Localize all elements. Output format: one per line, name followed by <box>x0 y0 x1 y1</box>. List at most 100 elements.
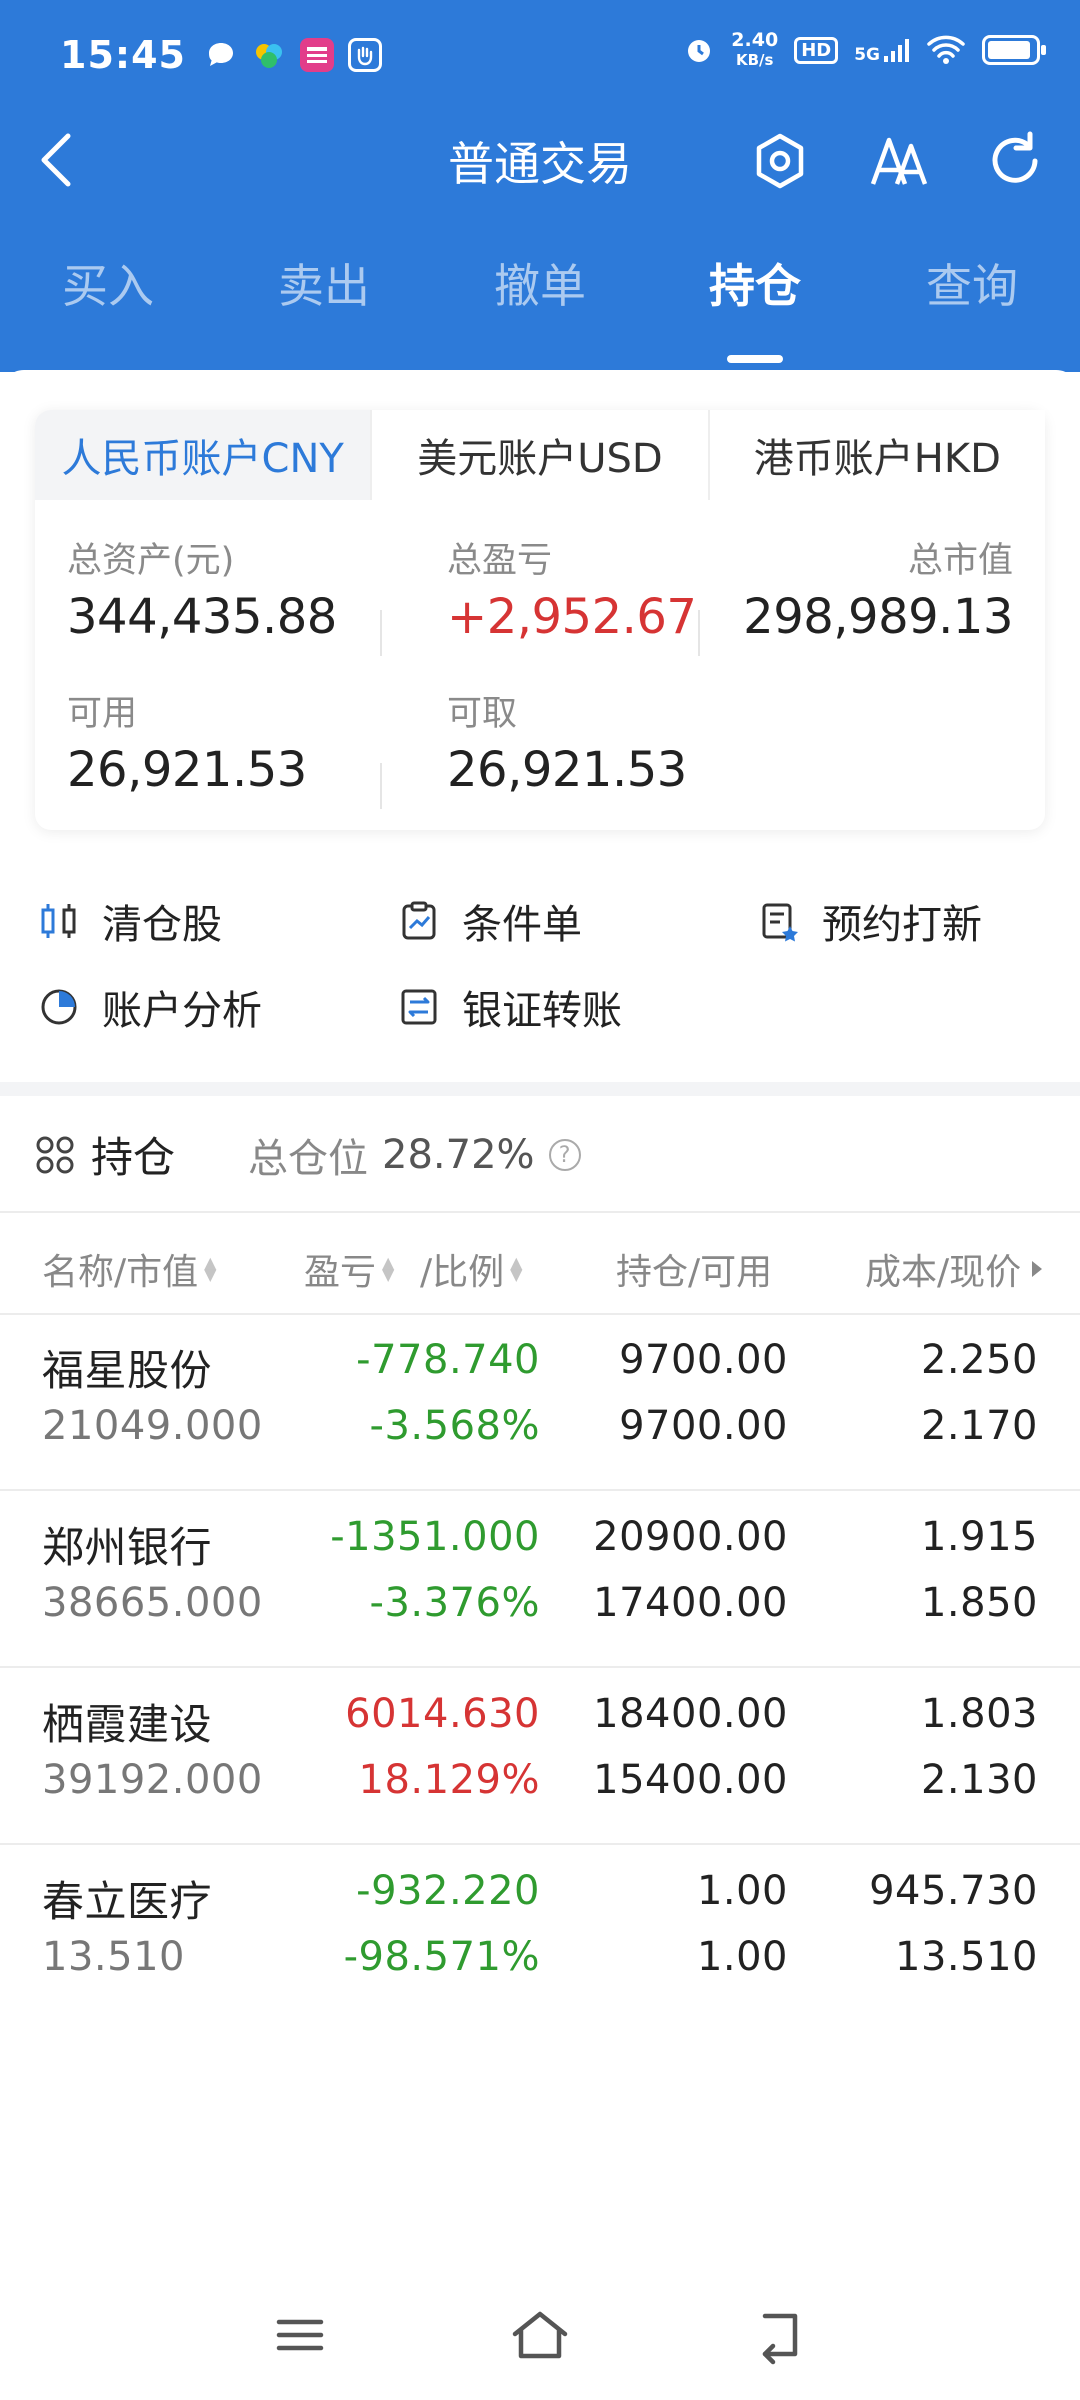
help-icon[interactable]: ? <box>548 1139 581 1171</box>
quick-conditional-order[interactable]: 条件单 <box>398 892 582 950</box>
market-value-label: 总市值 <box>907 541 1013 581</box>
sort-icon: ▲ ▼ <box>510 1253 523 1284</box>
message-bubble-icon <box>204 38 238 72</box>
status-time: 15:45 <box>60 33 186 77</box>
col-label: 成本/现价 <box>865 1252 1022 1293</box>
system-nav-bar <box>0 2290 1080 2380</box>
account-currency-tabs: 人民币账户CNY 美元账户USD 港币账户HKD <box>35 410 1045 500</box>
metric-available: 可用 26,921.53 <box>67 685 307 798</box>
stock-cost: 945.730 <box>869 1868 1038 1914</box>
quick-actions: 清仓股 条件单 预约打新 账户分析 银证转账 <box>0 880 1080 1080</box>
divider <box>380 763 382 809</box>
stock-avail: 17400.00 <box>593 1580 788 1626</box>
account-tab-cny[interactable]: 人民币账户CNY <box>35 410 371 500</box>
refresh-icon <box>992 131 1038 183</box>
col-cost-price[interactable]: 成本/现价 <box>865 1243 1047 1295</box>
stock-pl-pct: -3.568% <box>369 1403 540 1449</box>
stock-cost: 2.250 <box>920 1337 1038 1383</box>
app-colorful-icon <box>252 38 286 72</box>
table-row[interactable]: 郑州银行 38665.000 -1351.000 -3.376% 20900.0… <box>0 1492 1080 1668</box>
stock-hold: 1.00 <box>696 1868 788 1914</box>
stock-name: 春立医疗 <box>42 1877 213 1926</box>
grid-icon <box>36 1136 74 1173</box>
pie-chart-icon <box>41 989 77 1025</box>
alarm-icon <box>688 40 711 62</box>
stock-cost: 1.915 <box>920 1514 1038 1560</box>
refresh-button[interactable] <box>980 126 1050 196</box>
ipo-reserve-icon <box>762 903 798 942</box>
col-name-value[interactable]: 名称/市值 ▲ ▼ <box>42 1243 216 1295</box>
col-pl[interactable]: 盈亏 ▲ ▼ <box>304 1243 394 1295</box>
clear-position-icon <box>41 904 76 938</box>
table-row[interactable]: 栖霞建设 39192.000 6014.630 18.129% 18400.00… <box>0 1669 1080 1845</box>
quick-label: 清仓股 <box>102 902 222 948</box>
col-label: /比例 <box>420 1252 505 1293</box>
tab-holdings[interactable]: 持仓 <box>655 250 855 316</box>
total-pl-label: 总盈亏 <box>447 541 553 581</box>
stock-name: 栖霞建设 <box>42 1700 213 1749</box>
home-icon <box>512 2311 568 2359</box>
quick-account-analysis[interactable]: 账户分析 <box>38 978 262 1036</box>
account-card: 人民币账户CNY 美元账户USD 港币账户HKD 总资产(元) 344,435.… <box>35 410 1045 830</box>
total-pl-value: +2,952.67 <box>447 589 697 645</box>
quick-ipo-reserve[interactable]: 预约打新 <box>758 892 982 950</box>
app-pink-icon <box>299 38 334 72</box>
settings-button[interactable] <box>745 126 815 196</box>
font-size-button[interactable] <box>865 126 935 196</box>
stock-hold: 9700.00 <box>619 1337 788 1383</box>
transfer-icon <box>401 989 437 1025</box>
stock-pl-pct: 18.129% <box>358 1757 540 1803</box>
stock-price: 1.850 <box>920 1580 1038 1626</box>
net-speed: 2.40 KB/s <box>731 30 778 70</box>
menu-button[interactable] <box>265 2300 335 2370</box>
stock-avail: 15400.00 <box>593 1757 788 1803</box>
stock-pl-pct: -98.571% <box>343 1934 540 1980</box>
holdings-title-text: 持仓 <box>91 1133 176 1182</box>
col-label: 名称/市值 <box>42 1252 199 1293</box>
home-button[interactable] <box>505 2300 575 2370</box>
quick-label: 账户分析 <box>102 988 262 1034</box>
metric-withdrawable: 可取 26,921.53 <box>447 685 687 798</box>
tab-sell[interactable]: 卖出 <box>224 250 424 316</box>
stock-pl-pct: -3.376% <box>369 1580 540 1626</box>
hexagon-settings-icon <box>756 133 804 189</box>
trade-tabs: 买入 卖出 撤单 持仓 查询 <box>0 250 1080 370</box>
back-nav-button[interactable] <box>745 2300 815 2370</box>
signal-5g: 5G <box>854 36 910 64</box>
stock-hold: 18400.00 <box>593 1691 788 1737</box>
stock-market-value: 39192.000 <box>42 1757 263 1803</box>
stock-market-value: 21049.000 <box>42 1403 263 1449</box>
total-position-ratio: 总仓位 28.72% ? <box>248 1126 581 1184</box>
tab-query[interactable]: 查询 <box>872 250 1072 316</box>
stock-price: 13.510 <box>895 1934 1038 1980</box>
table-row[interactable]: 春立医疗 13.510 -932.220 -98.571% 1.00 1.00 … <box>0 1846 1080 2022</box>
col-hold-avail: 持仓/可用 <box>616 1243 772 1295</box>
quick-label: 预约打新 <box>822 902 982 948</box>
tab-cancel[interactable]: 撤单 <box>440 250 640 316</box>
signal-bars-icon <box>884 39 909 62</box>
stock-pl: -778.740 <box>356 1337 540 1383</box>
account-tab-usd[interactable]: 美元账户USD <box>370 410 708 500</box>
stock-name: 郑州银行 <box>42 1523 213 1572</box>
status-right: 2.40 KB/s HD 5G <box>683 30 1046 70</box>
section-divider <box>0 1082 1080 1096</box>
stock-market-value: 13.510 <box>42 1934 185 1980</box>
table-row[interactable]: 福星股份 21049.000 -778.740 -3.568% 9700.00 … <box>0 1315 1080 1491</box>
conditional-order-icon <box>402 901 436 940</box>
col-label: 持仓/可用 <box>616 1252 773 1293</box>
menu-icon <box>276 2319 324 2351</box>
net-speed-value: 2.40 <box>731 29 779 51</box>
stock-price: 2.130 <box>920 1757 1038 1803</box>
tab-buy[interactable]: 买入 <box>8 250 208 316</box>
account-tab-hkd[interactable]: 港币账户HKD <box>707 410 1045 500</box>
stock-cost: 1.803 <box>920 1691 1038 1737</box>
metric-total-assets: 总资产(元) 344,435.88 <box>67 532 337 645</box>
quick-clear-position[interactable]: 清仓股 <box>38 892 222 950</box>
col-ratio[interactable]: /比例 ▲ ▼ <box>420 1243 522 1295</box>
back-arrow-icon <box>762 2313 798 2365</box>
font-size-icon <box>870 137 928 185</box>
quick-bank-transfer[interactable]: 银证转账 <box>398 978 622 1036</box>
status-bar: 15:45 2.40 KB/s HD 5G <box>0 0 1080 110</box>
quick-label: 银证转账 <box>462 988 622 1034</box>
ratio-label: 总仓位 <box>248 1136 368 1182</box>
